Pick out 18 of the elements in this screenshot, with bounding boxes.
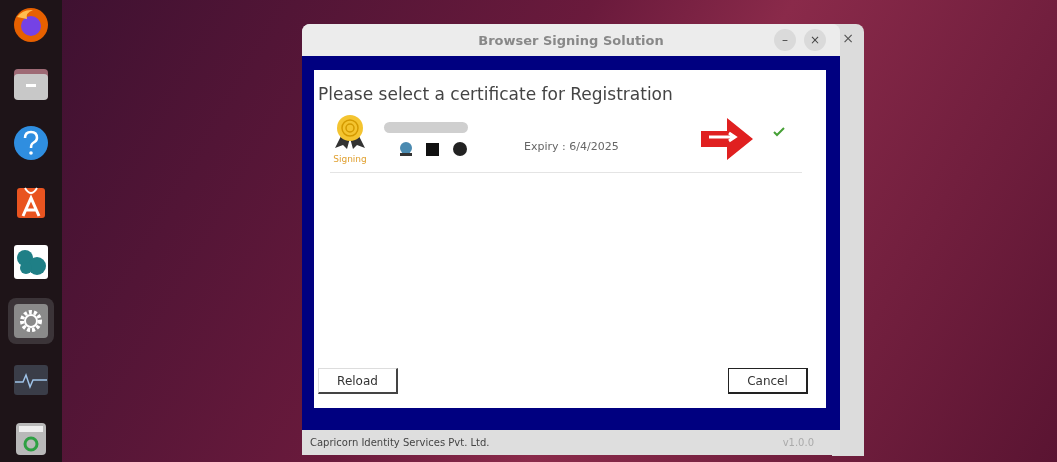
certificate-icons-drawing [398, 140, 470, 157]
company-name: Capricorn Identity Services Pvt. Ltd. [310, 437, 490, 448]
expiry-date: Expiry : 6/4/2025 [524, 139, 619, 153]
arrow-icon [698, 116, 755, 162]
recycle-bin-icon[interactable] [13, 421, 49, 458]
dialog-heading: Please select a certificate for Registration [318, 84, 674, 104]
award-badge-icon [333, 114, 367, 150]
dialog-button[interactable]: Cancel [728, 368, 808, 394]
browser-icon[interactable] [13, 6, 49, 43]
dialog-button[interactable]: Reload [318, 368, 398, 394]
certificate-row[interactable]: Signing Expiry : 6/4/2025 [330, 110, 802, 173]
close-button[interactable]: × [804, 29, 826, 51]
help-icon[interactable] [13, 125, 49, 162]
certificate-type: Signing [333, 154, 367, 164]
minimize-button[interactable]: – [774, 29, 796, 51]
close-button[interactable]: × [842, 30, 854, 46]
window-title: Browser Signing Solution [478, 32, 664, 48]
app-logo-icon[interactable] [13, 243, 49, 280]
